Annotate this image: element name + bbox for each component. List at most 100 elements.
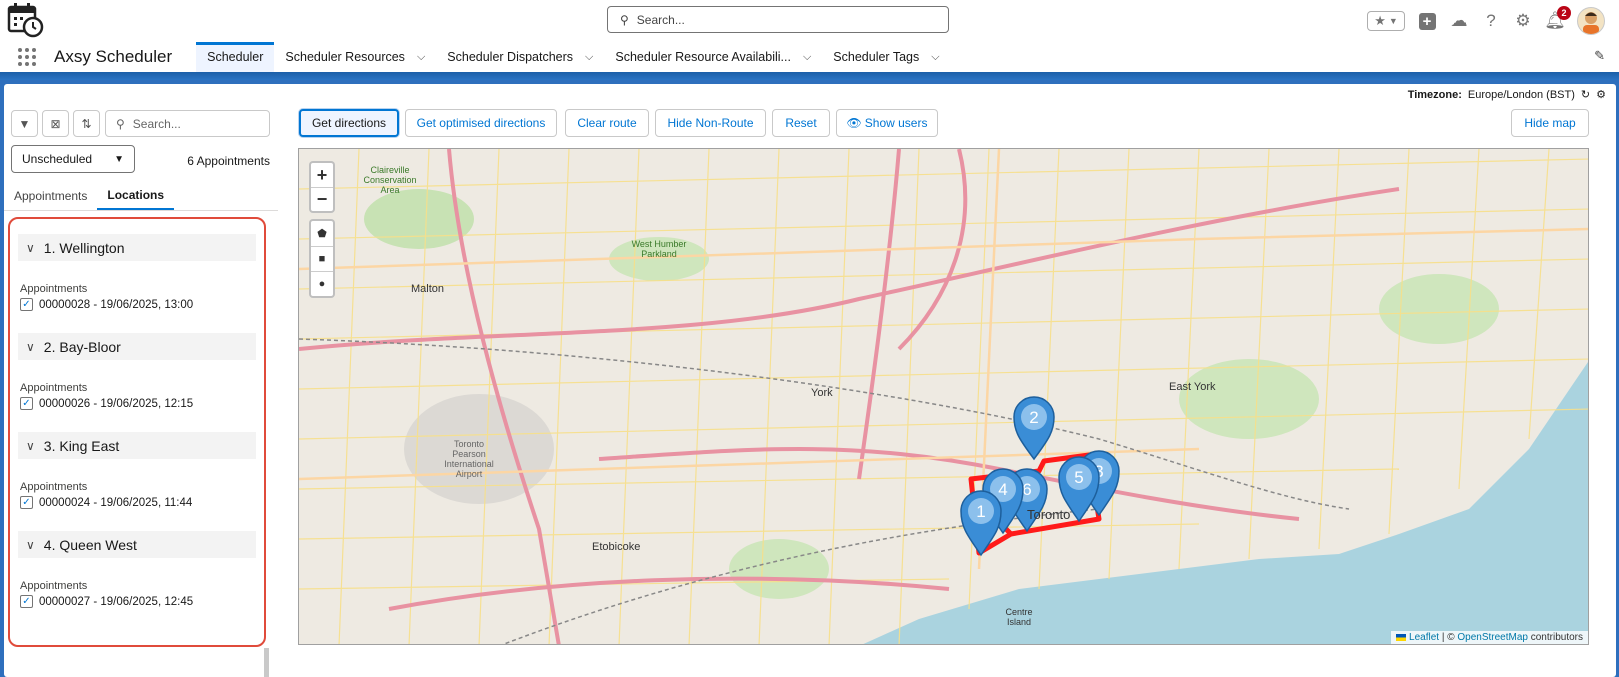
eye-icon: 👁︎	[846, 116, 862, 130]
tab-scheduler-tags[interactable]: Scheduler Tags ⌵	[822, 42, 950, 72]
notification-badge: 2	[1557, 6, 1571, 20]
left-panel: ▼ ⊠ ⇅ ⚲ Search... Unscheduled ▼ 6 Appoin…	[4, 108, 278, 677]
app-logo-icon[interactable]	[6, 2, 44, 38]
status-filter-select[interactable]: Unscheduled ▼	[11, 145, 135, 173]
hide-non-route-button[interactable]: Hide Non-Route	[655, 109, 766, 137]
app-nav-bar: Axsy Scheduler Scheduler Scheduler Resou…	[0, 42, 1619, 72]
place-label: East York	[1169, 381, 1216, 393]
refresh-icon[interactable]: ↻	[1581, 88, 1590, 101]
location-header[interactable]: ∨ 1. Wellington	[18, 234, 256, 261]
location-title: 3. King East	[43, 437, 120, 454]
tab-scheduler-resources[interactable]: Scheduler Resources ⌵	[274, 42, 436, 72]
location-title: 2. Bay-Bloor	[43, 338, 121, 355]
tab-label: Scheduler Dispatchers	[447, 50, 574, 64]
place-label: Toronto	[1027, 507, 1071, 522]
tab-label: Scheduler	[207, 50, 264, 64]
place-label: Centre Island	[1005, 607, 1033, 627]
gear-icon[interactable]: ⚙	[1513, 11, 1533, 31]
app-launcher-icon[interactable]	[18, 42, 40, 72]
place-label: Toronto Pearson International Airport	[444, 439, 494, 479]
chevron-down-icon: ∨	[26, 240, 35, 255]
edit-nav-pencil-icon[interactable]: ✎	[1594, 48, 1605, 64]
clear-route-button[interactable]: Clear route	[565, 109, 649, 137]
tab-appointments[interactable]: Appointments	[4, 182, 97, 210]
get-optimised-directions-button[interactable]: Get optimised directions	[405, 109, 557, 137]
marker-4-label: 4	[998, 480, 1007, 499]
sort-icon: ⇅	[81, 116, 92, 131]
get-directions-button[interactable]: Get directions	[299, 109, 399, 137]
tab-scheduler[interactable]: Scheduler	[196, 42, 275, 72]
global-search-placeholder: Search...	[636, 12, 685, 27]
reset-button[interactable]: Reset	[772, 109, 830, 137]
chevron-down-icon: ∨	[26, 438, 35, 453]
gear-icon[interactable]: ⚙	[1596, 88, 1606, 101]
tab-label: Scheduler Resources	[285, 50, 405, 64]
appointments-label: Appointments	[20, 580, 88, 592]
chevron-down-icon: ∨	[26, 537, 35, 552]
appointments-label: Appointments	[20, 481, 88, 493]
timezone-display: Timezone: Europe/London (BST) ↻ ⚙	[1408, 88, 1606, 102]
status-filter-value: Unscheduled	[22, 152, 93, 166]
notifications-bell-icon[interactable]: 🔔︎ 2	[1544, 6, 1571, 31]
sort-button[interactable]: ⇅	[73, 110, 100, 137]
search-placeholder: Search...	[132, 116, 181, 131]
toggle-view-button[interactable]: ⊠	[42, 110, 69, 137]
tab-scheduler-dispatchers[interactable]: Scheduler Dispatchers ⌵	[436, 42, 604, 72]
chevron-down-icon[interactable]: ⌵	[931, 51, 939, 64]
location-header[interactable]: ∨ 2. Bay-Bloor	[18, 333, 256, 360]
favorites-button[interactable]: ★ ▼	[1367, 11, 1405, 31]
appointments-label: Appointments	[20, 283, 88, 295]
chevron-down-icon: ▼	[1388, 16, 1398, 26]
global-search-input[interactable]: ⚲ Search...	[607, 6, 949, 33]
hide-map-button[interactable]: Hide map	[1511, 109, 1589, 137]
filter-icon: ▼	[18, 116, 31, 131]
app-name: Axsy Scheduler	[54, 47, 173, 66]
caret-down-icon: ▼	[114, 153, 124, 165]
appointment-checkbox[interactable]: ✓	[20, 298, 33, 311]
appointment-checkbox[interactable]: ✓	[20, 496, 33, 509]
leaflet-flag-icon	[1396, 633, 1407, 641]
appointment-text: 00000028 - 19/06/2025, 13:00	[39, 298, 194, 311]
zoom-control: + −	[309, 161, 335, 213]
show-users-button[interactable]: 👁︎ Show users	[836, 109, 938, 137]
location-section: ∨ 1. Wellington Appointments ✓ 00000028 - …	[18, 234, 256, 311]
trailhead-icon[interactable]: ☁	[1449, 11, 1469, 31]
appointment-checkbox[interactable]: ✓	[20, 595, 33, 608]
place-label: West Humber Parkland	[631, 239, 687, 259]
timezone-value: Europe/London (BST)	[1467, 88, 1575, 101]
header-band	[0, 72, 1619, 80]
draw-rectangle-icon[interactable]: ■	[311, 246, 333, 271]
location-header[interactable]: ∨ 3. King East	[18, 432, 256, 459]
location-section: ∨ 4. Queen West Appointments ✓ 00000027 - …	[18, 531, 256, 608]
appointments-search-input[interactable]: ⚲ Search...	[105, 110, 270, 137]
filter-button[interactable]: ▼	[11, 110, 38, 137]
map-tiles: 2 3 5 6 4 1	[299, 149, 1588, 644]
avatar[interactable]	[1577, 7, 1605, 35]
help-icon[interactable]: ?	[1481, 11, 1501, 31]
chevron-down-icon: ∨	[26, 339, 35, 354]
tab-locations[interactable]: Locations	[97, 182, 175, 210]
place-label: Claireville Conservation Area	[363, 165, 417, 195]
tab-scheduler-resource-availability[interactable]: Scheduler Resource Availabili... ⌵	[604, 42, 822, 72]
scrollbar[interactable]	[264, 648, 269, 677]
search-icon: ⚲	[116, 116, 125, 131]
osm-link[interactable]: OpenStreetMap	[1457, 632, 1528, 643]
chevron-down-icon[interactable]: ⌵	[417, 51, 425, 64]
leaflet-link[interactable]: Leaflet	[1409, 632, 1439, 643]
marker-5-label: 5	[1074, 468, 1083, 487]
star-icon: ★	[1374, 13, 1386, 28]
tab-label: Scheduler Resource Availabili...	[615, 50, 791, 64]
scheduler-card: Timezone: Europe/London (BST) ↻ ⚙ ▼ ⊠ ⇅ …	[4, 84, 1616, 677]
location-header[interactable]: ∨ 4. Queen West	[18, 531, 256, 558]
global-actions-button[interactable]: +	[1417, 11, 1437, 31]
marker-2-label: 2	[1029, 408, 1038, 427]
draw-polygon-icon[interactable]: ⬟	[311, 221, 333, 246]
chevron-down-icon[interactable]: ⌵	[585, 51, 593, 64]
zoom-in-button[interactable]: +	[311, 163, 333, 187]
place-label: Malton	[411, 283, 445, 295]
map-view[interactable]: 2 3 5 6 4 1 Claireville Conservation Are…	[298, 148, 1589, 645]
chevron-down-icon[interactable]: ⌵	[803, 51, 811, 64]
zoom-out-button[interactable]: −	[311, 187, 333, 211]
draw-circle-icon[interactable]: ●	[311, 271, 333, 296]
appointment-checkbox[interactable]: ✓	[20, 397, 33, 410]
